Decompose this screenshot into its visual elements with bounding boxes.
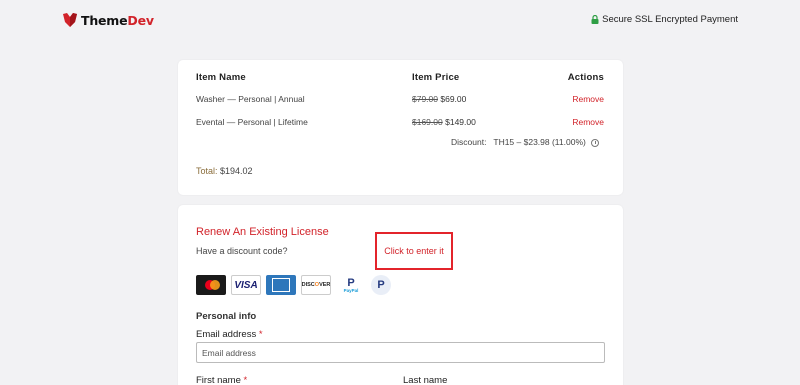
total-row: Total: $194.02 bbox=[196, 166, 253, 176]
new-price: $69.00 bbox=[440, 94, 467, 104]
lock-icon bbox=[591, 15, 599, 24]
discount-highlight-box: Click to enter it bbox=[375, 232, 453, 270]
item-price: $79.00 $69.00 bbox=[412, 94, 466, 104]
brand-name: ThemeDev bbox=[81, 12, 154, 28]
header-actions: Actions bbox=[567, 72, 604, 83]
total-label: Total: bbox=[196, 166, 218, 176]
personal-info-heading: Personal info bbox=[196, 311, 257, 322]
cart-summary-card: Item Name Item Price Actions Washer — Pe… bbox=[178, 60, 623, 195]
total-value: $194.02 bbox=[220, 166, 253, 176]
discover-icon: DISCOVER bbox=[301, 275, 331, 295]
mastercard-icon bbox=[196, 275, 226, 295]
old-price: $169.00 bbox=[412, 117, 443, 127]
renew-license-link[interactable]: Renew An Existing License bbox=[196, 226, 329, 238]
email-field[interactable] bbox=[196, 342, 605, 363]
header-item-name: Item Name bbox=[196, 72, 246, 83]
remove-button[interactable]: Remove bbox=[572, 94, 604, 104]
last-name-label: Last name bbox=[403, 375, 448, 385]
amex-icon bbox=[266, 275, 296, 295]
payment-methods: VISA DISCOVER P PayPal P bbox=[196, 275, 391, 295]
brand-logo[interactable]: ThemeDev bbox=[62, 12, 154, 28]
top-bar: ThemeDev Secure SSL Encrypted Payment bbox=[0, 0, 800, 40]
paypal-circle-icon: P bbox=[371, 275, 391, 295]
header-item-price: Item Price bbox=[412, 72, 460, 83]
shield-logo-icon bbox=[63, 13, 77, 27]
enter-discount-link[interactable]: Click to enter it bbox=[384, 246, 444, 256]
item-name: Washer — Personal | Annual bbox=[196, 94, 305, 104]
item-price: $169.00 $149.00 bbox=[412, 117, 476, 127]
item-name: Evental — Personal | Lifetime bbox=[196, 117, 308, 127]
discount-row: Discount: TH15 – $23.98 (11.00%) bbox=[451, 137, 600, 147]
discount-label: Discount: bbox=[451, 137, 487, 147]
new-price: $149.00 bbox=[445, 117, 476, 127]
discount-value: TH15 – $23.98 (11.00%) bbox=[493, 137, 586, 147]
secure-payment-notice: Secure SSL Encrypted Payment bbox=[591, 14, 738, 25]
old-price: $79.00 bbox=[412, 94, 438, 104]
email-label: Email address * bbox=[196, 329, 263, 340]
checkout-form-card: Renew An Existing License Have a discoun… bbox=[178, 205, 623, 385]
info-icon[interactable] bbox=[591, 138, 600, 147]
secure-label: Secure SSL Encrypted Payment bbox=[602, 14, 738, 25]
first-name-label: First name * bbox=[196, 375, 248, 385]
visa-icon: VISA bbox=[231, 275, 261, 295]
discount-question: Have a discount code? bbox=[196, 246, 288, 256]
remove-button[interactable]: Remove bbox=[572, 117, 604, 127]
paypal-icon: P PayPal bbox=[343, 276, 359, 293]
